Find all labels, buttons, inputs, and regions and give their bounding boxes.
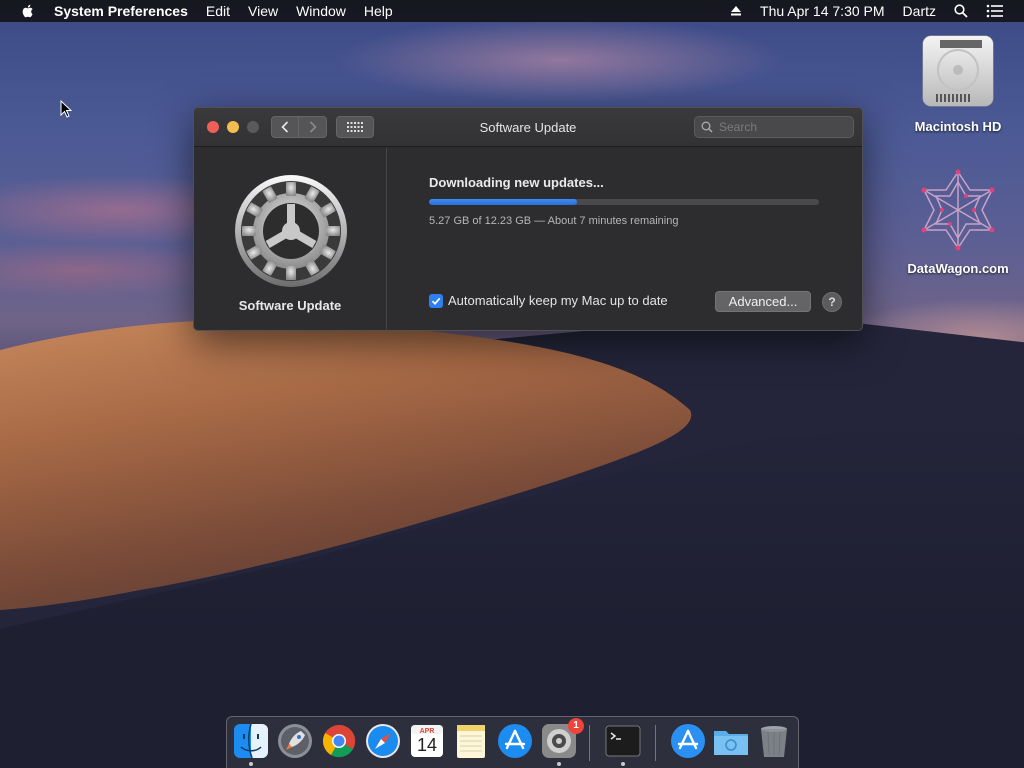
checkmark-icon	[431, 297, 441, 305]
menu-help[interactable]: Help	[364, 3, 393, 19]
apple-icon[interactable]	[20, 3, 36, 19]
window-close-button[interactable]	[207, 121, 219, 133]
menu-window[interactable]: Window	[296, 3, 346, 19]
calendar-month: APR	[419, 728, 435, 735]
menu-clock[interactable]: Thu Apr 14 7:30 PM	[760, 3, 885, 19]
spotlight-search-icon[interactable]	[954, 4, 968, 18]
window-zoom-button[interactable]	[247, 121, 259, 133]
dock-terminal[interactable]	[604, 722, 642, 766]
grid-icon	[347, 122, 363, 132]
dock: APR 14 1	[226, 716, 799, 768]
menu-app-name[interactable]: System Preferences	[54, 3, 188, 19]
dock-safari[interactable]	[364, 722, 402, 760]
dock-system-preferences[interactable]: 1	[540, 718, 584, 766]
menu-edit[interactable]: Edit	[206, 3, 230, 19]
dock-separator	[589, 725, 590, 761]
download-progress-bar	[429, 199, 819, 205]
hard-drive-icon	[922, 35, 994, 107]
search-input[interactable]	[719, 120, 839, 134]
dock-notes[interactable]	[452, 722, 490, 760]
dock-app-store-downloads[interactable]	[669, 722, 707, 760]
software-update-gear-icon	[235, 175, 347, 287]
mouse-cursor-icon	[60, 100, 72, 118]
network-graphic-icon	[921, 169, 995, 251]
window-titlebar[interactable]: Software Update	[194, 108, 862, 147]
update-content: Downloading new updates... 5.27 GB of 12…	[429, 148, 862, 330]
advanced-button[interactable]: Advanced...	[715, 291, 811, 312]
trash-icon	[761, 726, 787, 757]
app-store-icon	[671, 724, 705, 758]
menu-bar: System Preferences Edit View Window Help…	[0, 0, 1024, 22]
pane-label: Software Update	[238, 298, 342, 313]
folder-icon	[714, 731, 748, 755]
nav-buttons	[271, 116, 327, 138]
dock-app-store[interactable]	[496, 722, 534, 760]
safari-compass-icon	[366, 724, 400, 758]
dock-calendar[interactable]: APR 14	[408, 722, 446, 760]
dock-running-indicator	[249, 762, 253, 766]
notification-badge: 1	[568, 718, 584, 734]
window-minimize-button[interactable]	[227, 121, 239, 133]
dock-running-indicator	[557, 762, 561, 766]
dock-trash[interactable]	[755, 722, 793, 760]
dock-downloads-folder[interactable]	[712, 722, 750, 760]
dock-running-indicator	[621, 762, 625, 766]
launchpad-rocket-icon	[278, 724, 312, 758]
back-button[interactable]	[271, 116, 299, 138]
desktop-icon-datawagon[interactable]: DataWagon.com	[903, 168, 1013, 276]
dock-chrome[interactable]	[320, 722, 358, 760]
download-progress-detail: 5.27 GB of 12.23 GB — About 7 minutes re…	[429, 215, 679, 227]
chevron-left-icon	[281, 121, 289, 133]
auto-update-checkbox[interactable]	[429, 293, 443, 308]
terminal-icon	[605, 725, 641, 757]
search-field[interactable]	[694, 116, 854, 138]
desktop-icon-label: Macintosh HD	[914, 119, 1002, 134]
help-button[interactable]: ?	[822, 292, 842, 312]
dock-finder[interactable]	[232, 722, 270, 766]
menu-view[interactable]: View	[248, 3, 278, 19]
menu-user[interactable]: Dartz	[903, 3, 936, 19]
download-progress-fill	[429, 199, 578, 205]
show-all-button[interactable]	[336, 116, 374, 138]
app-store-icon	[498, 724, 532, 758]
desktop-icon-label: DataWagon.com	[907, 261, 1009, 276]
search-icon	[701, 121, 713, 133]
dock-separator	[655, 725, 656, 761]
dock-launchpad[interactable]	[276, 722, 314, 760]
eject-icon[interactable]	[730, 5, 742, 17]
calendar-day: 14	[416, 735, 438, 755]
forward-button[interactable]	[299, 116, 327, 138]
preference-pane-sidebar: Software Update	[194, 148, 387, 330]
download-status-title: Downloading new updates...	[429, 175, 604, 190]
desktop-icon-macintosh-hd[interactable]: Macintosh HD	[903, 32, 1013, 134]
software-update-window: Software Update Search Software Update D…	[193, 107, 863, 331]
auto-update-label[interactable]: Automatically keep my Mac up to date	[448, 293, 668, 308]
chevron-right-icon	[309, 121, 317, 133]
auto-update-row: Automatically keep my Mac up to date	[429, 293, 668, 308]
finder-icon	[234, 723, 268, 759]
notes-icon	[457, 725, 485, 758]
notification-center-icon[interactable]	[986, 4, 1004, 18]
chrome-icon	[322, 724, 356, 758]
